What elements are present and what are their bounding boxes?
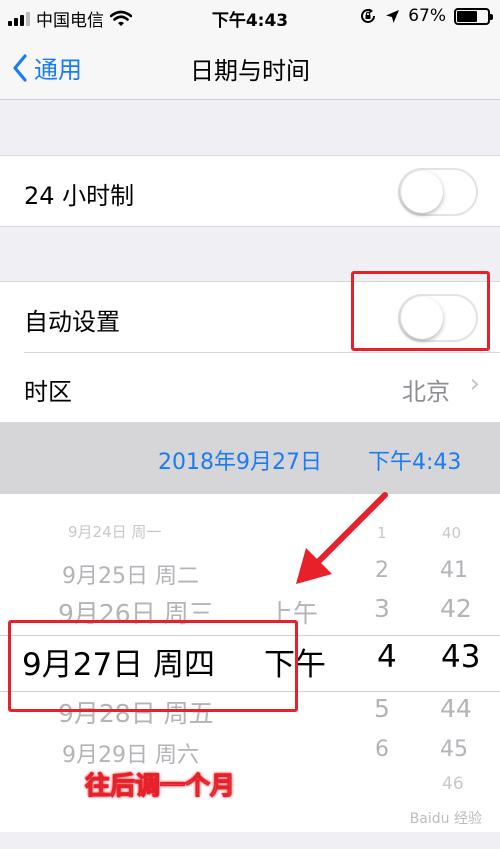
picker-ampm-selected[interactable]: 下午 — [264, 639, 326, 684]
picker-minute-selected[interactable]: 43 — [441, 639, 480, 675]
row-timezone[interactable]: 时区 北京 › — [0, 353, 500, 423]
date-time-bar: 2018年9月27日 下午4:43 — [0, 422, 500, 494]
bottom-strip — [0, 832, 500, 849]
picker-minute-option[interactable]: 41 — [440, 558, 468, 583]
picker-selection-line — [0, 635, 500, 636]
picker-hour-selected[interactable]: 4 — [377, 639, 397, 675]
picker-date-option[interactable]: 9月28日 周五 — [58, 694, 214, 730]
picker-hour-option[interactable]: 3 — [374, 594, 390, 623]
row-24-hour: 24 小时制 — [0, 155, 500, 227]
picker-minute-option[interactable]: 42 — [440, 594, 472, 623]
status-bar: 中国电信 下午4:43 67% — [0, 0, 500, 34]
timezone-value: 北京 — [402, 378, 450, 406]
picker-hour-option[interactable]: 2 — [375, 558, 389, 583]
selected-time[interactable]: 下午4:43 — [368, 444, 461, 476]
picker-hour-option[interactable]: 1 — [377, 524, 387, 542]
toggle-auto-set[interactable] — [398, 294, 478, 342]
row-auto-set-label: 自动设置 — [24, 308, 120, 336]
row-timezone-label: 时区 — [24, 378, 72, 406]
picker-date-option[interactable]: 9月25日 周二 — [62, 558, 199, 590]
picker-hour-option[interactable]: 6 — [375, 737, 389, 762]
picker-date-option[interactable]: 9月29日 周六 — [62, 737, 199, 769]
row-24-hour-label: 24 小时制 — [24, 182, 135, 210]
selected-date[interactable]: 2018年9月27日 — [158, 444, 322, 476]
status-right: 67% — [359, 6, 493, 26]
chevron-left-icon — [13, 53, 27, 82]
watermark: Baidu 经验 — [409, 811, 482, 827]
toggle-24-hour[interactable] — [398, 168, 478, 216]
battery-icon — [454, 7, 493, 25]
toggle-knob — [401, 171, 443, 213]
picker-minute-option[interactable]: 40 — [442, 524, 461, 542]
location-icon — [386, 9, 400, 23]
toggle-knob — [401, 297, 443, 339]
picker-minute-option[interactable]: 45 — [440, 737, 468, 762]
back-button[interactable]: 通用 — [12, 50, 82, 85]
picker-selection-line — [0, 691, 500, 692]
annotation-text: 往后调一个月 — [84, 771, 235, 801]
battery-percent: 67% — [408, 6, 446, 26]
chevron-right-icon: › — [469, 369, 480, 399]
navigation-bar: 通用 日期与时间 — [0, 34, 500, 100]
picker-date-option[interactable]: 9月24日 周一 — [68, 521, 161, 542]
picker-minute-option[interactable]: 46 — [442, 774, 464, 794]
picker-minute-option[interactable]: 44 — [440, 694, 472, 723]
picker-date-option[interactable]: 9月26日 周三 — [58, 594, 214, 630]
back-label: 通用 — [34, 56, 82, 84]
rotation-lock-icon — [361, 8, 376, 23]
picker-ampm-option[interactable]: 上午 — [268, 594, 318, 630]
picker-hour-option[interactable]: 5 — [374, 694, 390, 723]
picker-date-selected[interactable]: 9月27日 周四 — [22, 639, 215, 684]
auto-settings-group: 自动设置 时区 北京 › — [0, 281, 500, 422]
battery-fill — [457, 10, 477, 22]
